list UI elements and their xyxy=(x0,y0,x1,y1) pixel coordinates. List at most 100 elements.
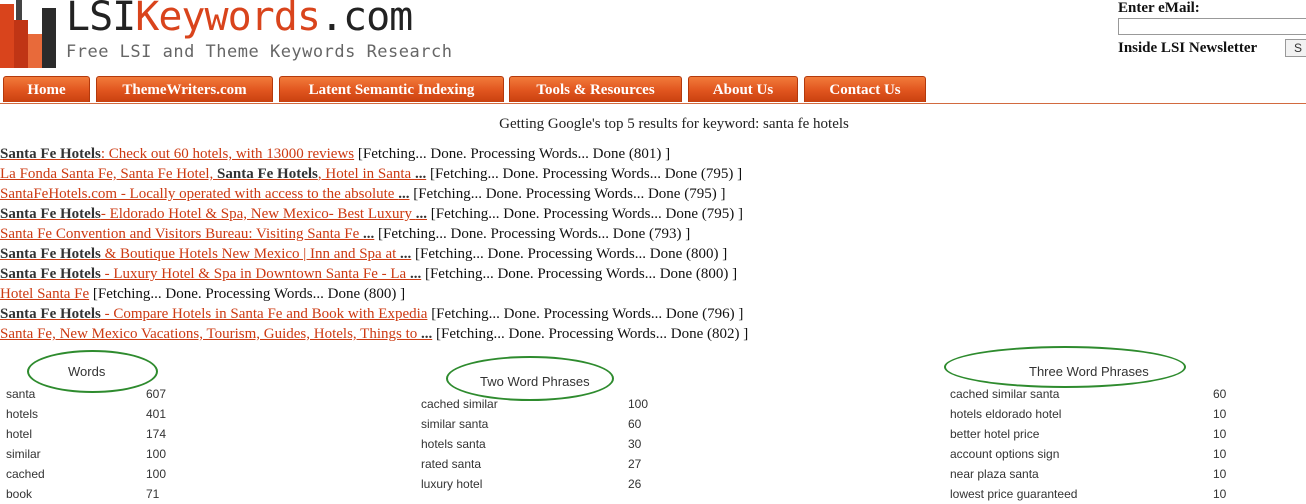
result-link-text: Santa Fe Hotels xyxy=(0,146,101,162)
count-cell: 10 xyxy=(1213,467,1227,481)
result-link-text: , Hotel in Santa xyxy=(317,166,415,182)
result-status: [Fetching... Done. Processing Words... D… xyxy=(432,326,749,342)
result-link-text: - Eldorado Hotel & Spa, New Mexico- Best… xyxy=(100,206,416,222)
result-row: Santa Fe Hotels: Check out 60 hotels, wi… xyxy=(0,144,748,164)
phrase-cell: similar xyxy=(6,447,41,461)
result-row: La Fonda Santa Fe, Santa Fe Hotel, Santa… xyxy=(0,164,748,184)
logo-tagline: Free LSI and Theme Keywords Research xyxy=(66,42,453,62)
newsletter-title: Inside LSI Newsletter xyxy=(1118,40,1258,56)
words-heading: Words xyxy=(68,364,106,379)
count-cell: 100 xyxy=(628,397,649,411)
count-cell: 401 xyxy=(146,407,167,421)
result-link-text: - Compare Hotels in Santa Fe and Book wi… xyxy=(100,306,428,322)
result-link-text: ... xyxy=(415,206,428,222)
result-link[interactable]: Santa Fe, New Mexico Vacations, Tourism,… xyxy=(0,326,432,342)
phrase-cell: luxury hotel xyxy=(421,477,483,491)
result-row: Santa Fe, New Mexico Vacations, Tourism,… xyxy=(0,324,748,344)
nav-tools-resources[interactable]: Tools & Resources xyxy=(509,76,682,102)
phrase-cell: hotels santa xyxy=(421,437,486,451)
result-link-text: ... xyxy=(414,166,427,182)
result-link-text: ... xyxy=(421,326,433,342)
count-cell: 60 xyxy=(1213,387,1227,401)
newsletter-form: Enter eMail: Inside LSI Newsletter S xyxy=(1118,0,1306,57)
result-link-text: Santa Fe Hotels xyxy=(0,246,101,262)
result-link-text: ... xyxy=(398,186,410,202)
phrase-cell: book xyxy=(6,487,33,501)
result-link-text: - Luxury Hotel & Spa in Downtown Santa F… xyxy=(100,266,410,282)
result-link-text: ... xyxy=(400,246,412,262)
phrase-cell: lowest price guaranteed xyxy=(950,487,1078,501)
count-cell: 10 xyxy=(1213,427,1227,441)
phrase-cell: near plaza santa xyxy=(950,467,1039,481)
result-link[interactable]: Hotel Santa Fe xyxy=(0,286,89,302)
result-status: [Fetching... Done. Processing Words... D… xyxy=(409,186,726,202)
result-link-text: ... xyxy=(363,226,375,242)
result-link[interactable]: Santa Fe Hotels - Compare Hotels in Sant… xyxy=(0,306,427,322)
result-link-text: Santa Fe Hotels xyxy=(217,166,318,182)
phrase-cell: hotel xyxy=(6,427,33,441)
phrase-cell: cached xyxy=(6,467,45,481)
result-link-text: Santa Fe Hotels xyxy=(0,206,101,222)
nav-themewriters[interactable]: ThemeWriters.com xyxy=(96,76,273,102)
phrase-cell: hotels eldorado hotel xyxy=(950,407,1062,421)
result-row: Santa Fe Hotels - Compare Hotels in Sant… xyxy=(0,304,748,324)
count-cell: 100 xyxy=(146,467,167,481)
phrase-cell: better hotel price xyxy=(950,427,1040,441)
result-link-text: ... xyxy=(409,266,422,282)
result-link[interactable]: La Fonda Santa Fe, Santa Fe Hotel, Santa… xyxy=(0,166,426,182)
result-link-text: SantaFeHotels.com - Locally operated wit… xyxy=(0,186,399,202)
result-link[interactable]: Santa Fe Hotels & Boutique Hotels New Me… xyxy=(0,246,411,262)
phrase-cell: cached similar santa xyxy=(950,387,1060,401)
nav-about-us[interactable]: About Us xyxy=(688,76,798,102)
site-logo[interactable]: LSIKeywords.com Free LSI and Theme Keywo… xyxy=(0,0,470,68)
status-message: Getting Google's top 5 results for keywo… xyxy=(499,116,849,132)
phrase-cell: similar santa xyxy=(421,417,489,431)
result-link-text: Santa Fe Hotels xyxy=(0,266,101,282)
result-link[interactable]: Santa Fe Convention and Visitors Bureau:… xyxy=(0,226,374,242)
result-link-text: Santa Fe, New Mexico Vacations, Tourism,… xyxy=(0,326,421,342)
result-status: [Fetching... Done. Processing Words... D… xyxy=(421,266,738,282)
result-link[interactable]: Santa Fe Hotels - Luxury Hotel & Spa in … xyxy=(0,266,421,282)
email-field[interactable] xyxy=(1118,18,1306,35)
result-row: SantaFeHotels.com - Locally operated wit… xyxy=(0,184,748,204)
count-cell: 10 xyxy=(1213,447,1227,461)
count-cell: 27 xyxy=(628,457,642,471)
two-word-heading: Two Word Phrases xyxy=(480,374,590,389)
result-status: [Fetching... Done. Processing Words... D… xyxy=(411,246,728,262)
count-cell: 174 xyxy=(146,427,167,441)
result-status: [Fetching... Done. Processing Words... D… xyxy=(89,286,406,302)
count-cell: 100 xyxy=(146,447,167,461)
result-status: [Fetching... Done. Processing Words... D… xyxy=(427,306,744,322)
result-row: Santa Fe Convention and Visitors Bureau:… xyxy=(0,224,748,244)
result-row: Hotel Santa Fe [Fetching... Done. Proces… xyxy=(0,284,748,304)
result-status: [Fetching... Done. Processing Words... D… xyxy=(374,226,691,242)
result-link-text: & Boutique Hotels New Mexico | Inn and S… xyxy=(100,246,401,262)
nav-latent-semantic-indexing[interactable]: Latent Semantic Indexing xyxy=(279,76,504,102)
result-status: [Fetching... Done. Processing Words... D… xyxy=(354,146,671,162)
nav-home[interactable]: Home xyxy=(3,76,90,102)
phrase-cell: cached similar xyxy=(421,397,498,411)
phrase-cell: rated santa xyxy=(421,457,482,471)
count-cell: 26 xyxy=(628,477,642,491)
result-link[interactable]: Santa Fe Hotels- Eldorado Hotel & Spa, N… xyxy=(0,206,427,222)
result-status: [Fetching... Done. Processing Words... D… xyxy=(427,206,743,222)
count-cell: 30 xyxy=(628,437,642,451)
result-link-text: La Fonda Santa Fe, Santa Fe Hotel, xyxy=(0,166,218,182)
result-link-text: : Check out 60 hotels, with 13000 review… xyxy=(100,146,355,162)
phrase-cell: hotels xyxy=(6,407,39,421)
result-link[interactable]: Santa Fe Hotels: Check out 60 hotels, wi… xyxy=(0,146,354,162)
count-cell: 60 xyxy=(628,417,642,431)
logo-mark-icon xyxy=(0,0,56,68)
result-row: Santa Fe Hotels- Eldorado Hotel & Spa, N… xyxy=(0,204,748,224)
result-link[interactable]: SantaFeHotels.com - Locally operated wit… xyxy=(0,186,409,202)
count-cell: 10 xyxy=(1213,487,1227,501)
phrase-cell: account options sign xyxy=(950,447,1060,461)
result-link-text: Hotel Santa Fe xyxy=(0,286,90,302)
main-nav: Home ThemeWriters.com Latent Semantic In… xyxy=(0,76,1306,104)
results-list: Santa Fe Hotels: Check out 60 hotels, wi… xyxy=(0,144,748,344)
count-cell: 10 xyxy=(1213,407,1227,421)
email-label: Enter eMail: xyxy=(1118,0,1200,16)
count-cell: 607 xyxy=(146,387,167,401)
nav-contact-us[interactable]: Contact Us xyxy=(804,76,926,102)
subscribe-button[interactable]: S xyxy=(1285,39,1306,57)
